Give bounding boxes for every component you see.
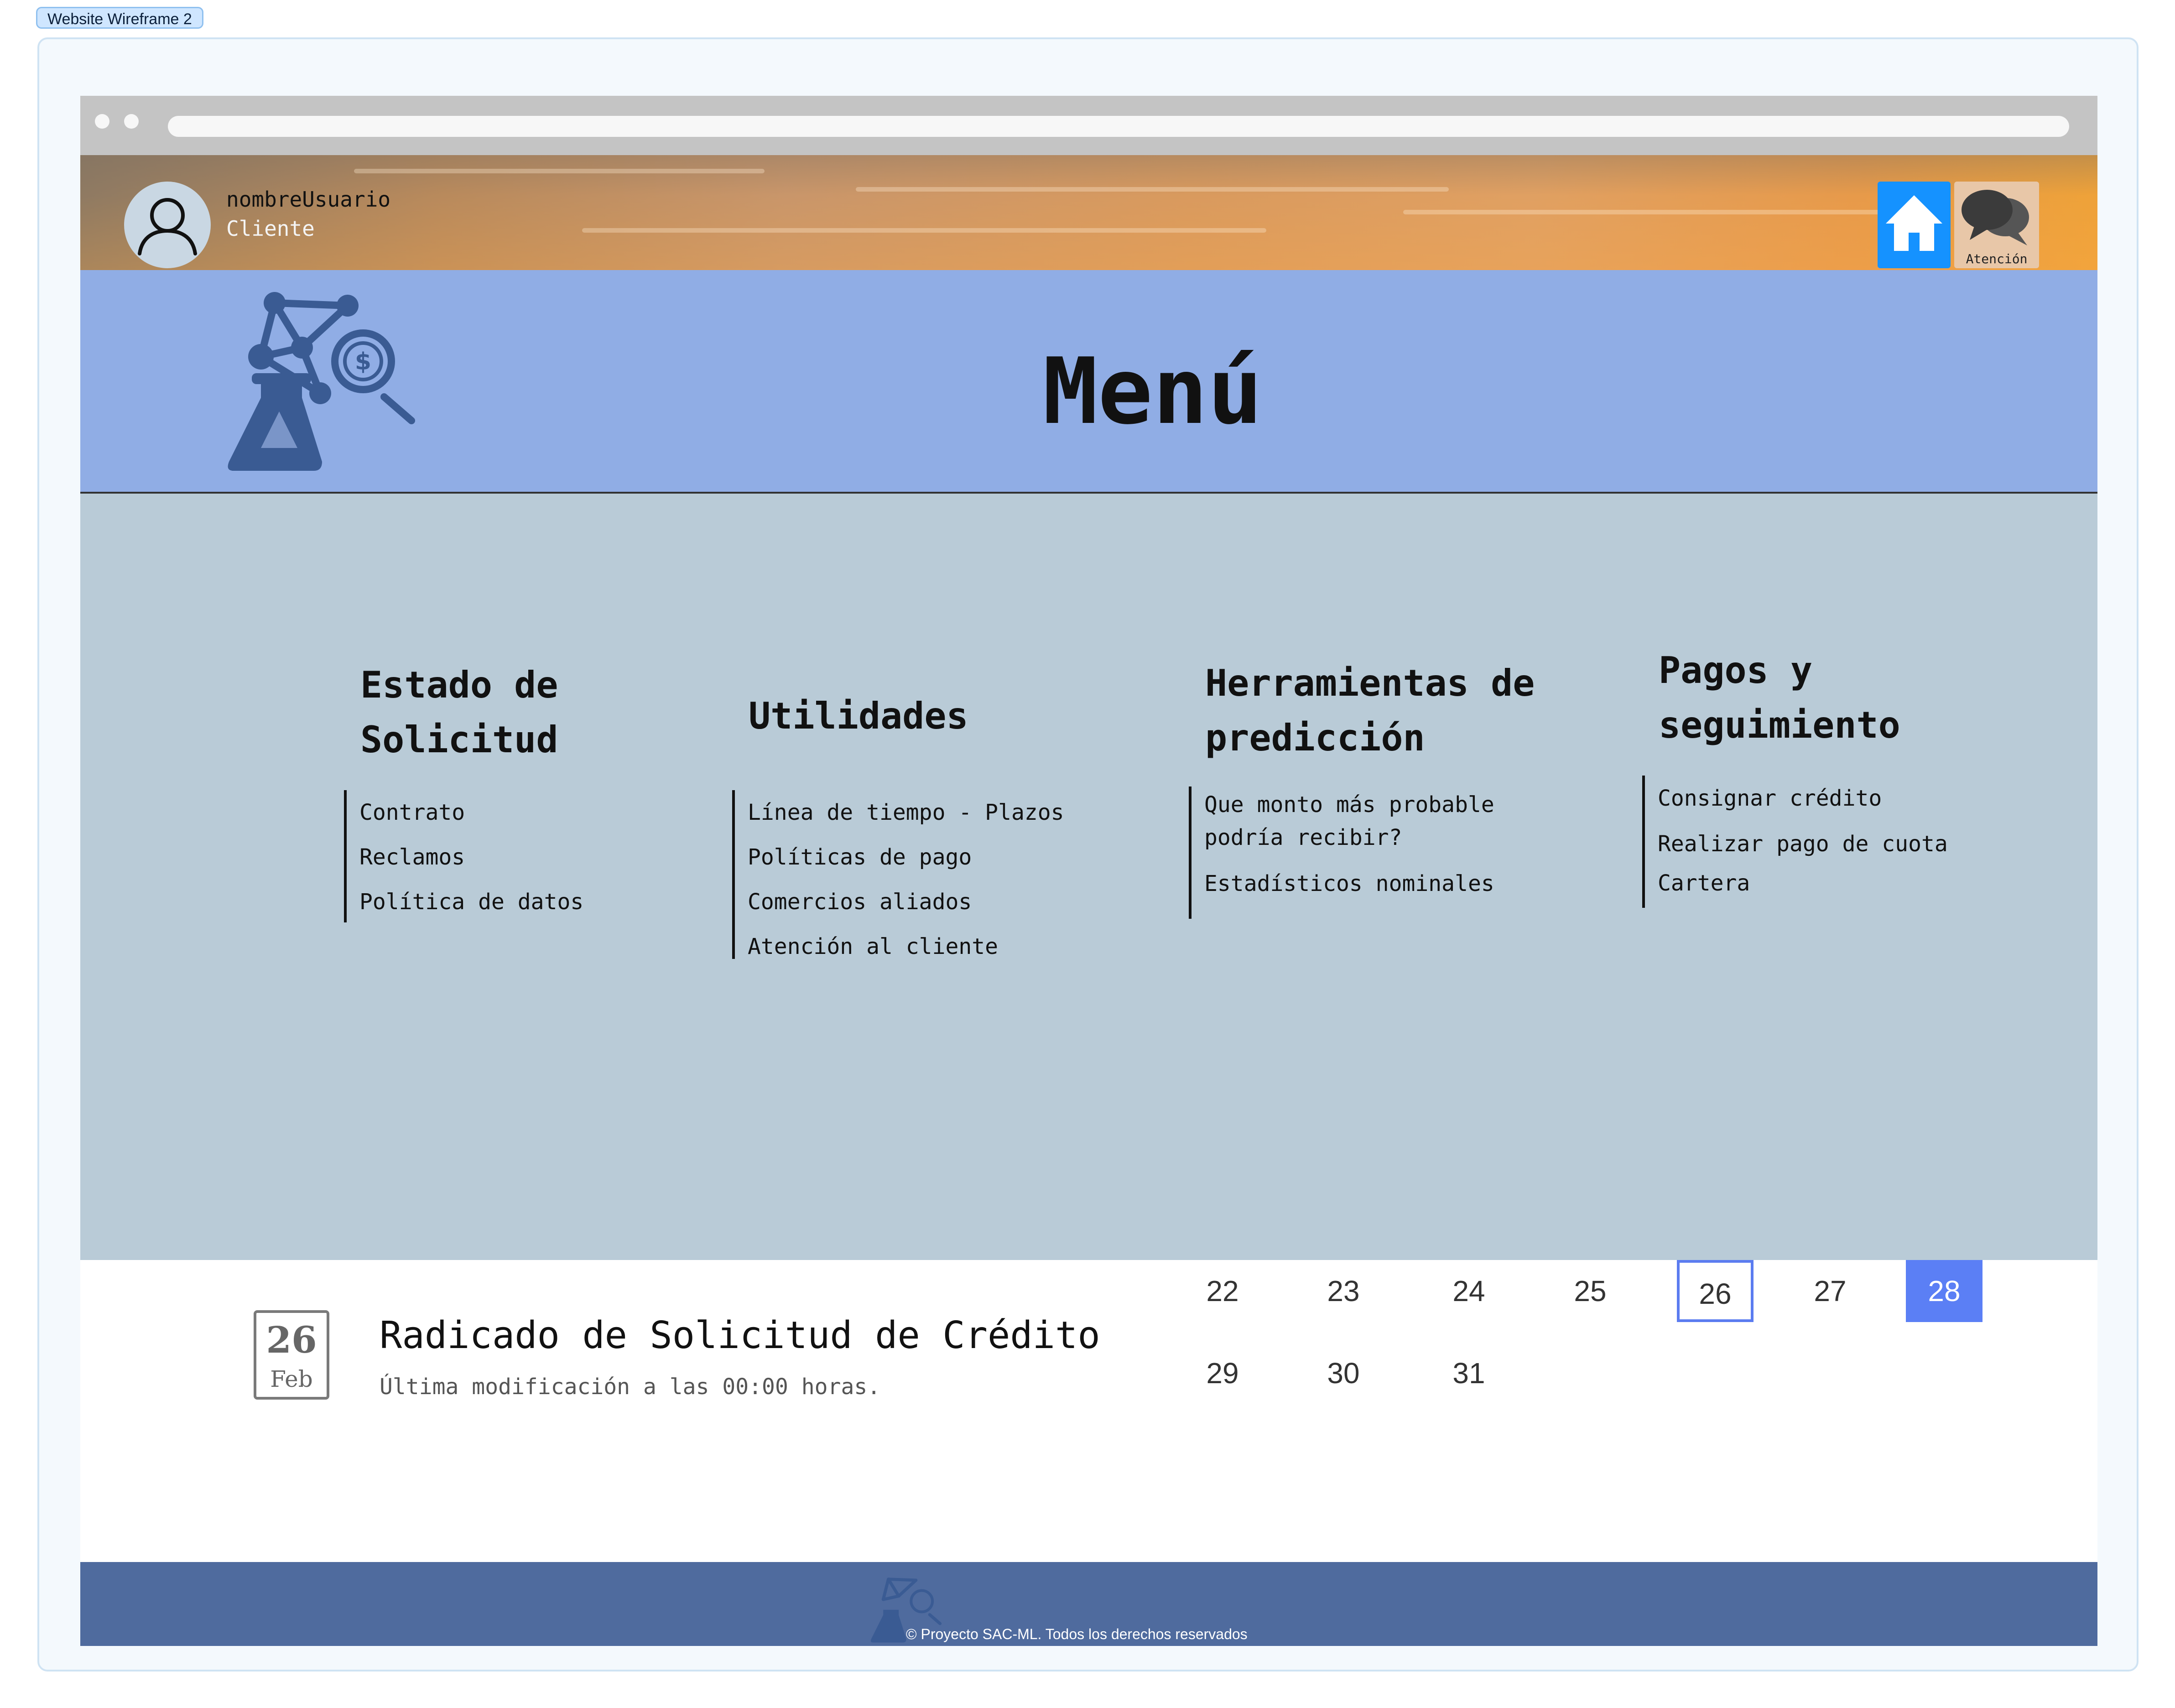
calendar-day-selected[interactable]: 28 bbox=[1906, 1260, 1982, 1322]
browser-window: nombreUsuario Cliente Atención $ Menú Es… bbox=[80, 96, 2097, 1646]
calendar-day[interactable]: 23 bbox=[1305, 1260, 1382, 1322]
events-section: 26 Feb Radicado de Solicitud de Crédito … bbox=[80, 1260, 2097, 1562]
menu-link-monto-probable[interactable]: Que monto más probable podría recibir? bbox=[1204, 786, 1494, 854]
header-bar: nombreUsuario Cliente Atención bbox=[80, 155, 2097, 270]
home-button[interactable] bbox=[1878, 182, 1951, 268]
user-icon bbox=[138, 198, 197, 255]
menu-link-atencion-cliente[interactable]: Atención al cliente bbox=[748, 924, 1064, 969]
browser-toolbar bbox=[80, 96, 2097, 155]
sky-streak bbox=[856, 187, 1449, 192]
menu-link-linea-tiempo[interactable]: Línea de tiempo - Plazos bbox=[748, 790, 1064, 835]
calendar-day[interactable]: 25 bbox=[1552, 1260, 1629, 1322]
menu-link-politicas-pago[interactable]: Políticas de pago bbox=[748, 835, 1064, 880]
address-bar[interactable] bbox=[168, 116, 2069, 137]
menu-column-title: Pagos y seguimiento bbox=[1659, 649, 1900, 746]
footer: © Proyecto SAC-ML. Todos los derechos re… bbox=[80, 1562, 2097, 1646]
menu-column-links: Que monto más probable podría recibir? E… bbox=[1189, 786, 1494, 919]
user-role: Cliente bbox=[226, 216, 315, 241]
footer-copyright: © Proyecto SAC-ML. Todos los derechos re… bbox=[906, 1626, 1248, 1642]
menu-content: Estado de Solicitud Contrato Reclamos Po… bbox=[80, 494, 2097, 1260]
event-subtitle: Última modificación a las 00:00 horas. bbox=[380, 1374, 881, 1400]
event-date-badge: 26 Feb bbox=[254, 1310, 329, 1400]
event-title[interactable]: Radicado de Solicitud de Crédito bbox=[380, 1314, 1100, 1357]
menu-column-title: Utilidades bbox=[749, 695, 968, 737]
menu-column-links: Consignar crédito Realizar pago de cuota… bbox=[1642, 776, 1948, 908]
menu-link-consignar-credito[interactable]: Consignar crédito bbox=[1658, 776, 1948, 821]
menu-column-utilidades: Utilidades Línea de tiempo - Plazos Polí… bbox=[732, 689, 1159, 959]
menu-column-title: Herramientas de predicción bbox=[1205, 662, 1535, 759]
calendar-day[interactable]: 30 bbox=[1305, 1342, 1382, 1404]
menu-column-title: Estado de Solicitud bbox=[360, 664, 558, 761]
calendar-day[interactable]: 22 bbox=[1184, 1260, 1261, 1322]
user-name: nombreUsuario bbox=[226, 187, 391, 212]
menu-link-contrato[interactable]: Contrato bbox=[359, 790, 583, 835]
calendar-day-today[interactable]: 26 bbox=[1677, 1260, 1754, 1322]
menu-link-realizar-pago[interactable]: Realizar pago de cuota bbox=[1658, 821, 1948, 867]
menu-link-estadisticos[interactable]: Estadísticos nominales bbox=[1204, 861, 1494, 906]
menu-link-politica-datos[interactable]: Política de datos bbox=[359, 880, 583, 924]
menu-column-links: Contrato Reclamos Política de datos bbox=[344, 790, 583, 922]
home-icon bbox=[1886, 195, 1942, 251]
menu-column-pagos: Pagos y seguimiento Consignar crédito Re… bbox=[1642, 643, 2024, 908]
page-title: Menú bbox=[1043, 338, 1263, 445]
window-control-dot[interactable] bbox=[95, 114, 109, 129]
calendar-day[interactable]: 27 bbox=[1792, 1260, 1868, 1322]
menu-link-reclamos[interactable]: Reclamos bbox=[359, 835, 583, 880]
chat-label: Atención bbox=[1966, 251, 2028, 266]
sky-streak bbox=[354, 169, 765, 173]
calendar-day[interactable]: 24 bbox=[1431, 1260, 1507, 1322]
menu-link-cartera[interactable]: Cartera bbox=[1658, 867, 1948, 900]
window-control-dot[interactable] bbox=[124, 114, 139, 129]
menu-column-estado: Estado de Solicitud Contrato Reclamos Po… bbox=[344, 658, 680, 922]
calendar-day[interactable]: 29 bbox=[1184, 1342, 1261, 1404]
sky-streak bbox=[582, 228, 1266, 233]
event-day: 26 bbox=[266, 1318, 317, 1361]
sky-streak bbox=[1403, 210, 1905, 214]
menu-banner: $ Menú bbox=[80, 270, 2097, 494]
menu-column-herramientas: Herramientas de predicción Que monto más… bbox=[1189, 656, 1616, 919]
calendar-day[interactable]: 31 bbox=[1431, 1342, 1507, 1404]
frame-label: Website Wireframe 2 bbox=[36, 7, 203, 29]
menu-link-comercios-aliados[interactable]: Comercios aliados bbox=[748, 880, 1064, 924]
chat-button[interactable]: Atención bbox=[1954, 182, 2039, 268]
event-month: Feb bbox=[270, 1366, 313, 1392]
menu-column-links: Línea de tiempo - Plazos Políticas de pa… bbox=[732, 790, 1064, 959]
avatar[interactable] bbox=[124, 182, 211, 268]
chat-icon bbox=[1962, 190, 2029, 245]
